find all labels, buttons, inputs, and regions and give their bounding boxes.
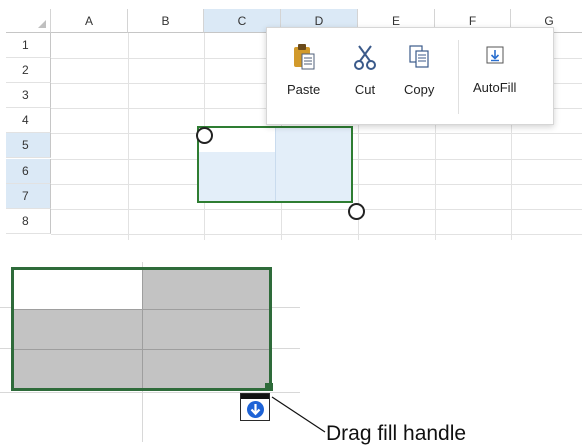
select-all-triangle-icon — [38, 20, 46, 28]
paste-icon — [290, 42, 318, 72]
selected-range[interactable] — [197, 126, 353, 203]
row-header-1[interactable]: 1 — [6, 33, 51, 58]
paste-label: Paste — [287, 82, 321, 97]
column-header-b[interactable]: B — [128, 9, 204, 33]
autofill-options-button[interactable] — [240, 393, 270, 421]
context-menu: Paste Cut Copy AutoFill — [266, 27, 554, 125]
grid-line — [275, 128, 276, 201]
grid-line — [14, 309, 269, 310]
row-header-8[interactable]: 8 — [6, 209, 51, 234]
fill-handle[interactable] — [265, 383, 273, 391]
grid-line — [51, 234, 582, 235]
selection-start-handle[interactable] — [196, 127, 213, 144]
selection-end-handle[interactable] — [348, 203, 365, 220]
select-all-corner[interactable] — [6, 9, 51, 33]
autofill-label: AutoFill — [473, 80, 517, 95]
column-header-a[interactable]: A — [51, 9, 128, 33]
row-header-5[interactable]: 5 — [6, 133, 51, 158]
cut-menu-item[interactable]: Cut — [351, 42, 379, 97]
source-cell — [14, 270, 142, 309]
row-header-2[interactable]: 2 — [6, 58, 51, 83]
scissors-icon — [351, 42, 379, 72]
callout-label: Drag fill handle — [326, 422, 467, 445]
autofill-menu-item[interactable]: AutoFill — [473, 40, 516, 95]
grid-line — [142, 270, 143, 388]
menu-separator — [458, 40, 459, 114]
row-header-7[interactable]: 7 — [6, 184, 51, 209]
row-header-4[interactable]: 4 — [6, 108, 51, 133]
filled-range — [11, 267, 272, 391]
copy-label: Copy — [404, 82, 435, 97]
autofill-icon — [481, 40, 509, 70]
row-header-6[interactable]: 6 — [6, 159, 51, 184]
grid-line — [51, 209, 582, 210]
copy-menu-item[interactable]: Copy — [404, 42, 434, 97]
cut-label: Cut — [354, 82, 376, 97]
grid-line — [14, 349, 269, 350]
down-arrow-icon — [247, 401, 264, 418]
row-header-3[interactable]: 3 — [6, 83, 51, 108]
button-titlebar — [241, 394, 269, 399]
paste-menu-item[interactable]: Paste — [287, 42, 320, 97]
copy-icon — [405, 42, 433, 72]
